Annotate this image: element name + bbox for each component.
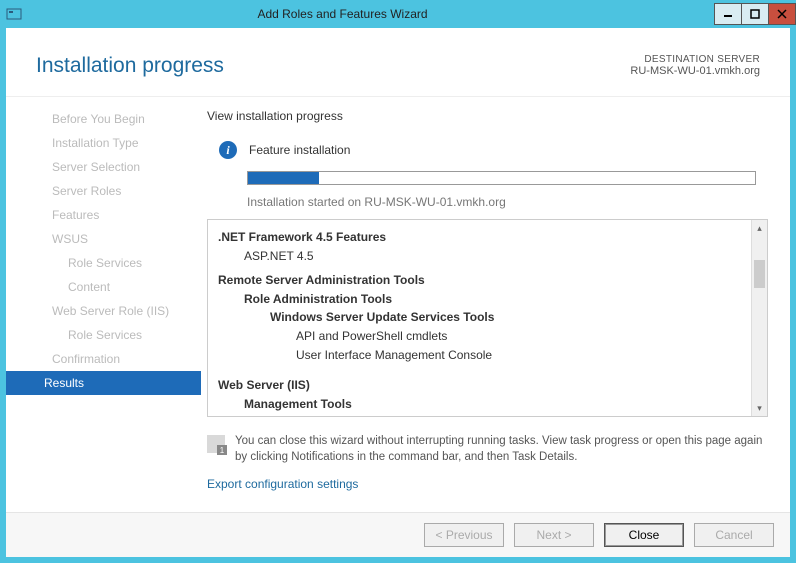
sidebar-item-confirmation: Confirmation bbox=[6, 347, 201, 371]
progress-fill bbox=[248, 172, 319, 184]
destination-info: DESTINATION SERVER RU-MSK-WU-01.vmkh.org bbox=[630, 54, 760, 77]
features-content: .NET Framework 4.5 Features ASP.NET 4.5 … bbox=[208, 220, 751, 416]
sidebar-item-web-server-role: Web Server Role (IIS) bbox=[6, 299, 201, 323]
scroll-thumb[interactable] bbox=[754, 260, 765, 288]
note-row: 1 You can close this wizard without inte… bbox=[207, 433, 768, 465]
feature-item: IIS 6 Management Compatibility bbox=[218, 413, 741, 416]
sidebar-item-server-selection: Server Selection bbox=[6, 155, 201, 179]
maximize-button[interactable] bbox=[741, 3, 769, 25]
minimize-button[interactable] bbox=[714, 3, 742, 25]
status-row: i Feature installation bbox=[207, 141, 768, 159]
client-area: Installation progress DESTINATION SERVER… bbox=[6, 28, 790, 557]
progress-bar bbox=[247, 171, 756, 185]
sidebar-item-wsus: WSUS bbox=[6, 227, 201, 251]
feature-item: Management Tools bbox=[218, 395, 741, 414]
destination-label: DESTINATION SERVER bbox=[630, 54, 760, 65]
feature-item: Web Server (IIS) bbox=[218, 376, 741, 395]
status-text: Feature installation bbox=[249, 143, 350, 157]
sidebar: Before You Begin Installation Type Serve… bbox=[6, 97, 201, 512]
note-text: You can close this wizard without interr… bbox=[235, 433, 768, 465]
scroll-down-icon[interactable]: ▾ bbox=[752, 400, 767, 416]
feature-item: API and PowerShell cmdlets bbox=[218, 327, 741, 346]
sidebar-item-role-services-2: Role Services bbox=[6, 323, 201, 347]
page-title: Installation progress bbox=[36, 54, 224, 78]
destination-server: RU-MSK-WU-01.vmkh.org bbox=[630, 65, 760, 77]
window-title: Add Roles and Features Wizard bbox=[30, 7, 715, 21]
sidebar-item-content: Content bbox=[6, 275, 201, 299]
footer: < Previous Next > Close Cancel bbox=[6, 512, 790, 557]
titlebar-controls bbox=[715, 3, 796, 25]
feature-item: Remote Server Administration Tools bbox=[218, 271, 741, 290]
feature-item: ASP.NET 4.5 bbox=[218, 247, 741, 266]
cancel-button: Cancel bbox=[694, 523, 774, 547]
feature-item: Role Administration Tools bbox=[218, 290, 741, 309]
info-icon: i bbox=[219, 141, 237, 159]
flag-icon: 1 bbox=[207, 435, 225, 453]
body: Before You Begin Installation Type Serve… bbox=[6, 96, 790, 512]
wizard-window: Add Roles and Features Wizard Installati… bbox=[0, 0, 796, 563]
feature-item: User Interface Management Console bbox=[218, 346, 741, 365]
sidebar-item-role-services: Role Services bbox=[6, 251, 201, 275]
export-config-link[interactable]: Export configuration settings bbox=[207, 477, 768, 491]
close-button[interactable] bbox=[768, 3, 796, 25]
feature-item: .NET Framework 4.5 Features bbox=[218, 228, 741, 247]
view-label: View installation progress bbox=[207, 109, 768, 123]
scroll-up-icon[interactable]: ▴ bbox=[752, 220, 767, 236]
header: Installation progress DESTINATION SERVER… bbox=[6, 28, 790, 96]
next-button: Next > bbox=[514, 523, 594, 547]
sidebar-item-server-roles: Server Roles bbox=[6, 179, 201, 203]
feature-item: Windows Server Update Services Tools bbox=[218, 308, 741, 327]
sidebar-item-before-you-begin: Before You Begin bbox=[6, 107, 201, 131]
sub-status: Installation started on RU-MSK-WU-01.vmk… bbox=[247, 195, 768, 209]
flag-badge: 1 bbox=[217, 445, 227, 455]
sidebar-item-installation-type: Installation Type bbox=[6, 131, 201, 155]
features-list: .NET Framework 4.5 Features ASP.NET 4.5 … bbox=[207, 219, 768, 417]
previous-button: < Previous bbox=[424, 523, 504, 547]
main-panel: View installation progress i Feature ins… bbox=[201, 97, 790, 512]
titlebar[interactable]: Add Roles and Features Wizard bbox=[0, 0, 796, 28]
app-icon bbox=[6, 6, 22, 22]
close-wizard-button[interactable]: Close bbox=[604, 523, 684, 547]
sidebar-item-features: Features bbox=[6, 203, 201, 227]
sidebar-item-results[interactable]: Results bbox=[6, 371, 201, 395]
scrollbar[interactable]: ▴ ▾ bbox=[751, 220, 767, 416]
